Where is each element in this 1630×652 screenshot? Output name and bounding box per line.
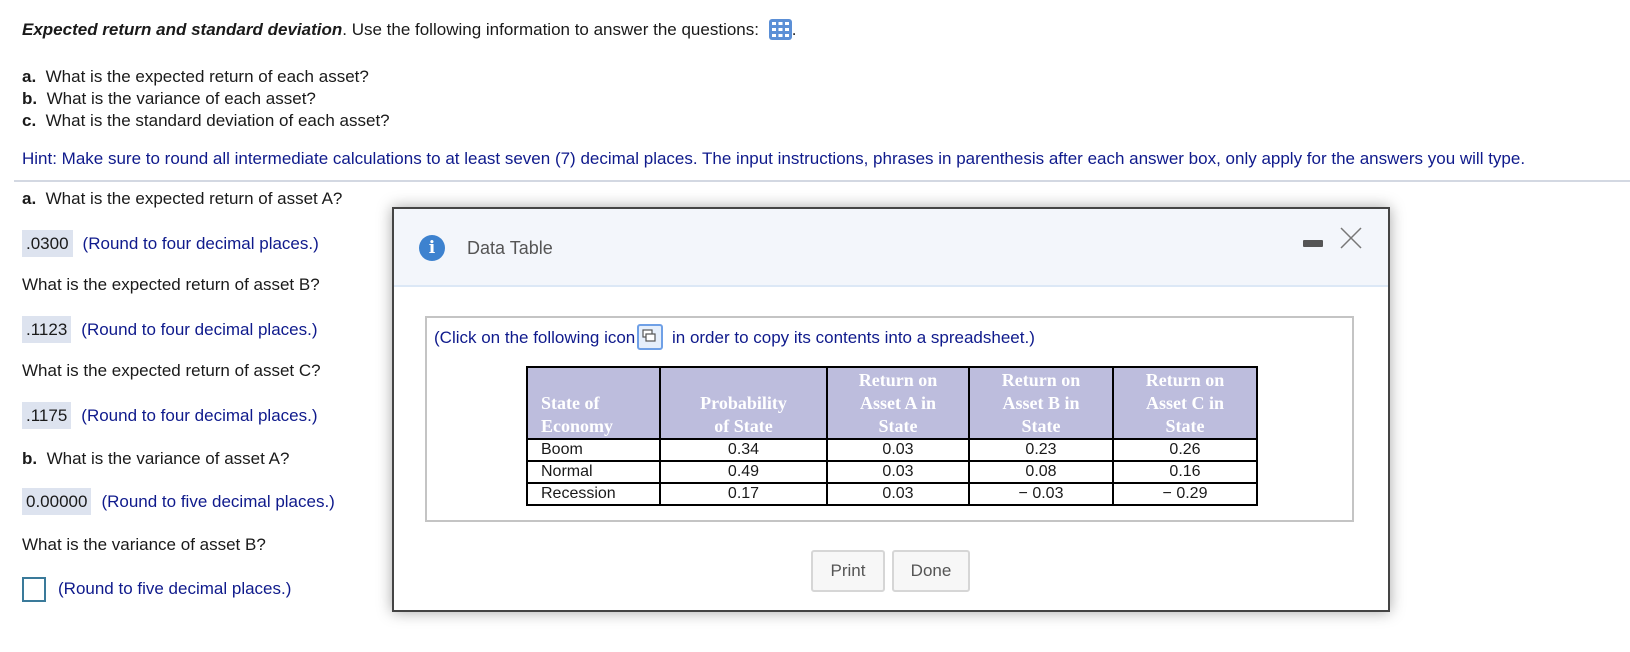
- question-b-variance-a: b. What is the variance of asset A?: [22, 449, 289, 469]
- minimize-button[interactable]: [1303, 240, 1323, 247]
- table-row: Boom 0.34 0.03 0.23 0.26: [526, 438, 1258, 462]
- question-text: What is the expected return of each asse…: [45, 67, 369, 86]
- cell-return-a: 0.03: [826, 482, 970, 506]
- divider: [14, 180, 1630, 182]
- header-probability: Probability of State: [659, 366, 828, 440]
- header-state-of-economy: State of Economy: [526, 366, 661, 440]
- table-row: Recession 0.17 0.03 − 0.03 − 0.29: [526, 482, 1258, 506]
- copy-note-text: in order to copy its contents into a spr…: [667, 328, 1035, 347]
- question-expected-return-b: What is the expected return of asset B?: [22, 275, 320, 294]
- print-button[interactable]: Print: [811, 550, 885, 592]
- cell-probability: 0.34: [659, 438, 828, 462]
- question-letter: b.: [22, 89, 38, 108]
- cell-return-a: 0.03: [826, 438, 970, 462]
- question-text: What is the expected return of asset A?: [45, 189, 343, 208]
- question-text: What is the variance of asset A?: [46, 449, 290, 468]
- answer-field-expected-return-c[interactable]: .1175: [22, 402, 72, 429]
- copy-to-spreadsheet-icon[interactable]: [637, 324, 664, 350]
- cell-return-b: − 0.03: [968, 482, 1114, 506]
- rounding-note: (Round to five decimal places.): [58, 578, 292, 598]
- copy-to-spreadsheet-note: (Click on the following icon in order to…: [434, 324, 1035, 350]
- data-table: State of Economy Probability of State Retu…: [526, 366, 1258, 506]
- answer-row-b: .1123 (Round to four decimal places.): [22, 316, 318, 343]
- close-button[interactable]: [1339, 226, 1363, 250]
- close-icon: [1340, 227, 1362, 249]
- cell-return-c: − 0.29: [1112, 482, 1258, 506]
- question-text: What is the variance of each asset?: [46, 89, 316, 108]
- answer-row-a: .0300 (Round to four decimal places.): [22, 230, 319, 257]
- cell-state: Boom: [526, 438, 661, 462]
- cell-probability: 0.49: [659, 460, 828, 484]
- part-letter: b.: [22, 449, 38, 468]
- cell-return-b: 0.08: [968, 460, 1114, 484]
- problem-intro: Expected return and standard deviation. …: [22, 19, 796, 40]
- intro-period: .: [791, 20, 797, 39]
- cell-probability: 0.17: [659, 482, 828, 506]
- rounding-note: (Round to four decimal places.): [82, 234, 319, 253]
- answer-field-variance-a[interactable]: 0.00000: [22, 488, 92, 515]
- answer-row-c: .1175 (Round to four decimal places.): [22, 402, 318, 429]
- done-button[interactable]: Done: [892, 550, 970, 592]
- question-expected-return-c: What is the expected return of asset C?: [22, 361, 321, 380]
- question-item: a. What is the expected return of each a…: [22, 66, 390, 88]
- table-grid-icon[interactable]: [768, 19, 792, 40]
- data-table-dialog: i Data Table (Click on the following ico…: [392, 207, 1390, 612]
- question-variance-b: What is the variance of asset B?: [22, 535, 266, 554]
- cell-state: Normal: [526, 460, 661, 484]
- cell-return-c: 0.16: [1112, 460, 1258, 484]
- problem-intro-text: . Use the following information to answe…: [342, 20, 759, 39]
- dialog-title: Data Table: [467, 238, 553, 258]
- rounding-note: (Round to four decimal places.): [81, 406, 318, 425]
- question-letter: a.: [22, 67, 37, 86]
- answer-field-variance-b[interactable]: [22, 577, 46, 602]
- question-item: c. What is the standard deviation of eac…: [22, 110, 390, 132]
- answer-row-var-b: (Round to five decimal places.): [22, 577, 291, 602]
- answer-field-expected-return-a[interactable]: .0300: [22, 230, 73, 257]
- cell-return-b: 0.23: [968, 438, 1114, 462]
- problem-title: Expected return and standard deviation: [22, 20, 343, 39]
- question-text: What is the standard deviation of each a…: [45, 111, 390, 130]
- header-return-c: Return on Asset C in State: [1112, 366, 1258, 440]
- question-a-expected-return-a: a. What is the expected return of asset …: [22, 189, 342, 209]
- table-header-row: State of Economy Probability of State Retu…: [526, 366, 1258, 440]
- header-return-b: Return on Asset B in State: [968, 366, 1114, 440]
- rounding-note: (Round to four decimal places.): [81, 320, 318, 339]
- question-item: b. What is the variance of each asset?: [22, 88, 390, 110]
- cell-return-c: 0.26: [1112, 438, 1258, 462]
- info-icon: i: [419, 235, 445, 261]
- cell-return-a: 0.03: [826, 460, 970, 484]
- part-letter: a.: [22, 189, 37, 208]
- hint-text: Hint: Make sure to round all intermediat…: [22, 149, 1526, 168]
- table-row: Normal 0.49 0.03 0.08 0.16: [526, 460, 1258, 484]
- question-list: a. What is the expected return of each a…: [22, 66, 390, 132]
- dialog-header: i Data Table: [394, 209, 1388, 287]
- data-table-container: (Click on the following icon in order to…: [425, 316, 1354, 522]
- header-return-a: Return on Asset A in State: [826, 366, 970, 440]
- rounding-note: (Round to five decimal places.): [101, 492, 335, 511]
- question-letter: c.: [22, 111, 37, 130]
- answer-field-expected-return-b[interactable]: .1123: [22, 316, 72, 343]
- cell-state: Recession: [526, 482, 661, 506]
- copy-note-text: (Click on the following icon: [434, 328, 636, 347]
- answer-row-var-a: 0.00000 (Round to five decimal places.): [22, 488, 335, 515]
